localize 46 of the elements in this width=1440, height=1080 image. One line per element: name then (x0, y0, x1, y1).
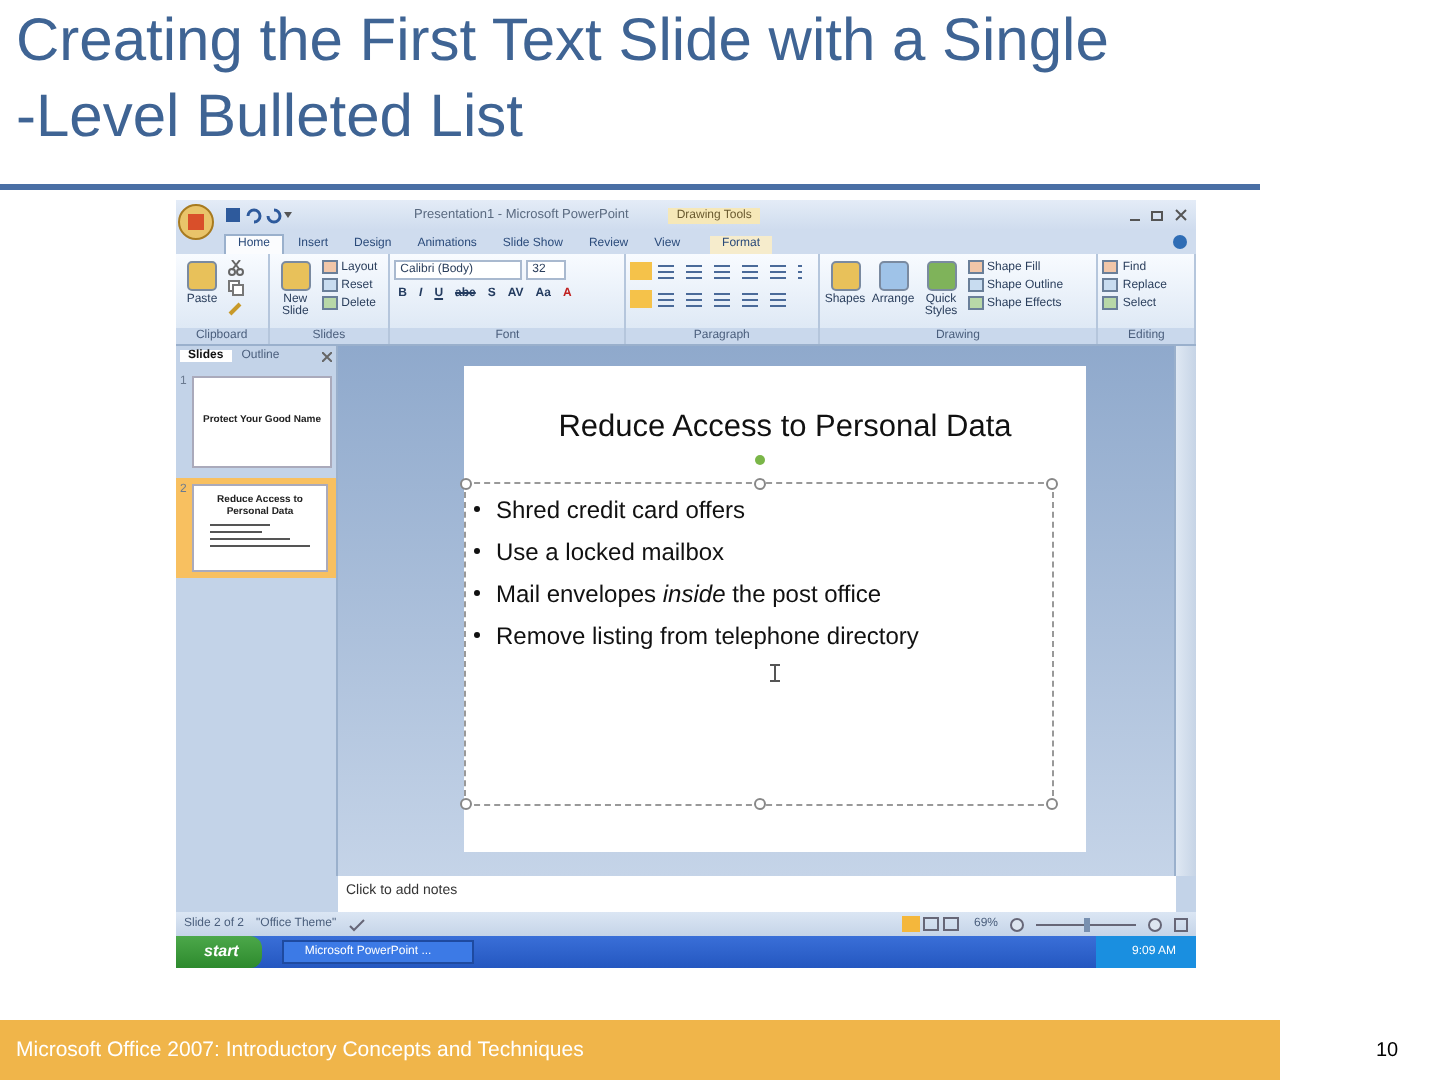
footer-text: Microsoft Office 2007: Introductory Concepts and Techniques (16, 1038, 584, 1062)
paragraph-icons[interactable] (630, 260, 803, 312)
square-icon (321, 260, 338, 274)
copy-icon[interactable] (228, 280, 244, 296)
bullet-text: Mail envelopes inside the post office (496, 579, 882, 607)
thumbnail-text-drawing (208, 522, 312, 550)
view-buttons[interactable] (901, 916, 962, 932)
slide-title: Reduce Access to Personal Data (556, 408, 1014, 446)
square-icon (321, 296, 338, 310)
bullet-text: Shred credit card offers (496, 495, 746, 523)
start-button[interactable]: start (176, 936, 263, 968)
bullet-icon (474, 548, 480, 554)
square-icon (1102, 260, 1119, 274)
close-icon[interactable] (322, 351, 332, 361)
scrollbar[interactable] (1174, 346, 1196, 876)
square-icon (829, 260, 861, 292)
slide-heading: Creating the First Text Slide with a Single (16, 6, 1111, 78)
text-cursor-icon (770, 664, 780, 682)
scissors-icon[interactable] (228, 260, 244, 276)
help-icon[interactable] (1172, 234, 1188, 250)
square-icon (967, 278, 983, 292)
square-icon (321, 278, 338, 292)
window-buttons[interactable] (1128, 207, 1188, 223)
zoom-in-icon[interactable] (1148, 917, 1162, 931)
rotate-handle[interactable] (754, 454, 766, 466)
bullet-icon (474, 506, 480, 512)
zoom-out-icon[interactable] (1010, 917, 1024, 931)
square-icon (279, 260, 312, 292)
fit-icon[interactable] (1174, 917, 1188, 931)
square-icon (967, 296, 983, 310)
slide-heading: -Level Bulleted List (16, 82, 525, 154)
square-icon (877, 260, 909, 292)
square-icon (186, 260, 218, 292)
square-icon (925, 260, 957, 292)
square-icon (967, 260, 983, 274)
square-icon (1102, 278, 1119, 292)
bullet-text: Remove listing from telephone directory (496, 621, 919, 649)
quick-access-icons[interactable] (226, 206, 294, 224)
bullet-text: Use a locked mailbox (496, 537, 725, 565)
brush-icon[interactable] (228, 300, 244, 316)
square-icon (1102, 296, 1119, 310)
page-number: 10 (1376, 1039, 1399, 1061)
bullet-icon (474, 590, 480, 596)
spellcheck-icon[interactable] (348, 917, 367, 931)
zoom-slider[interactable] (1084, 917, 1090, 931)
bullet-icon (474, 632, 480, 638)
